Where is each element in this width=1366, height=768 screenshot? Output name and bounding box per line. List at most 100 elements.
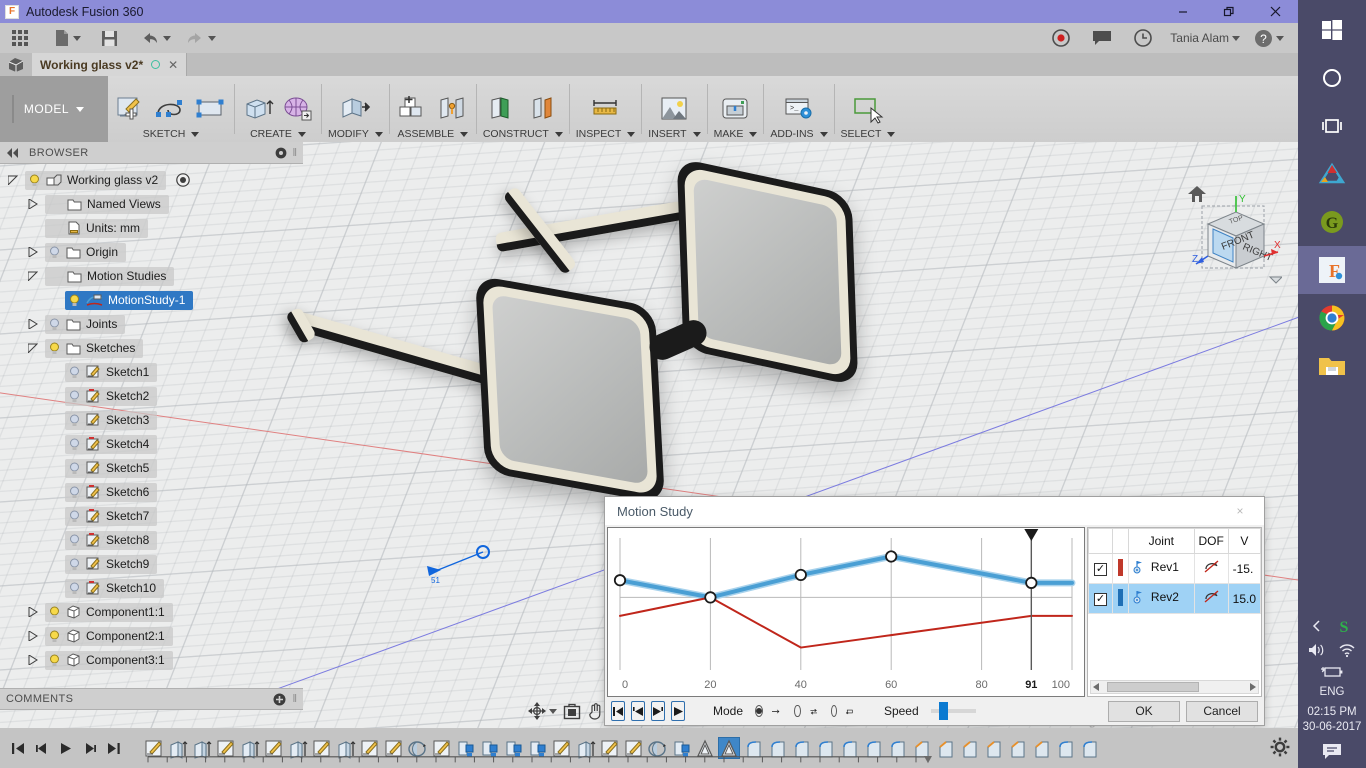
tree-node-motionstudy-1[interactable]: MotionStudy-1: [0, 288, 303, 312]
new-file-icon[interactable]: [54, 25, 81, 51]
expand-arrow-icon[interactable]: [26, 245, 40, 259]
chrome-app[interactable]: [1298, 294, 1366, 342]
clock-icon[interactable]: [1134, 25, 1153, 51]
grammarly-app[interactable]: G: [1298, 198, 1366, 246]
workspace-selector[interactable]: MODEL: [0, 76, 108, 142]
tree-node-chip[interactable]: Units: mm: [45, 218, 148, 238]
expand-arrow-icon[interactable]: [6, 173, 20, 187]
chevron-down-icon[interactable]: [819, 131, 828, 137]
3d-print-icon[interactable]: [718, 94, 752, 126]
add-comment-icon[interactable]: [273, 693, 286, 706]
bulb-on-icon[interactable]: [48, 654, 61, 667]
active-component-icon[interactable]: [176, 173, 190, 187]
bulb-off-icon[interactable]: [68, 462, 81, 475]
table-horizontal-scrollbar[interactable]: [1090, 680, 1259, 694]
row-checkbox[interactable]: ✓: [1093, 593, 1107, 606]
tree-node-chip[interactable]: Origin: [45, 242, 127, 262]
app-grid-icon[interactable]: [12, 30, 28, 46]
chevron-down-icon[interactable]: [1276, 35, 1284, 41]
tree-node-origin[interactable]: Origin: [0, 240, 303, 264]
bulb-off-icon[interactable]: [68, 558, 81, 571]
tree-node-sketch4[interactable]: Sketch4: [0, 432, 303, 456]
bulb-off-icon[interactable]: [68, 582, 81, 595]
ribbon-group-label[interactable]: ASSEMBLE: [398, 128, 469, 140]
timeline-settings[interactable]: [1270, 737, 1290, 760]
tree-node-chip[interactable]: Named Views: [45, 194, 169, 214]
table-row[interactable]: ✓ Rev1 -15.: [1088, 553, 1262, 584]
cancel-button[interactable]: Cancel: [1186, 700, 1258, 722]
timeline-feature-fillet[interactable]: [1078, 737, 1100, 759]
tree-node-sketch10[interactable]: Sketch10: [0, 576, 303, 600]
bulb-off-icon[interactable]: [68, 510, 81, 523]
view-cube[interactable]: FRONT RIGHT TOP Y X Z: [1190, 192, 1282, 284]
mode-ping-pong-radio[interactable]: [794, 705, 801, 717]
panel-resize-handle[interactable]: ‖: [292, 147, 297, 159]
bulb-off-icon[interactable]: [68, 438, 81, 451]
table-row[interactable]: ✓ Rev2 15.0: [1088, 583, 1262, 614]
tree-node-chip[interactable]: Component3:1: [45, 650, 173, 670]
chevron-down-icon[interactable]: [887, 131, 896, 137]
tree-node-chip[interactable]: Motion Studies: [45, 266, 175, 286]
close-button[interactable]: [1252, 0, 1298, 23]
autodesk-app[interactable]: [1298, 150, 1366, 198]
chevron-up-icon[interactable]: [1311, 620, 1323, 632]
bulb-on-icon[interactable]: [68, 294, 81, 307]
scroll-right-icon[interactable]: [1248, 683, 1256, 691]
chevron-down-icon[interactable]: [191, 131, 200, 137]
redo-icon[interactable]: [185, 25, 216, 51]
ribbon-group-label[interactable]: CONSTRUCT: [483, 128, 563, 140]
joint-icon[interactable]: [436, 94, 470, 126]
browser-options-icon[interactable]: [275, 147, 287, 159]
tree-node-component3-1[interactable]: Component3:1: [0, 648, 303, 672]
skip-to-start-button[interactable]: [611, 701, 625, 721]
scrollbar-thumb[interactable]: [1107, 682, 1199, 692]
start-button[interactable]: [1298, 6, 1366, 54]
loop-icon[interactable]: [846, 705, 854, 718]
battery-icon[interactable]: [1320, 665, 1344, 679]
chevron-down-icon[interactable]: [627, 131, 636, 137]
joint-marker-icon[interactable]: 51: [425, 544, 495, 584]
tree-node-component1-1[interactable]: Component1:1: [0, 600, 303, 624]
offset-plane-icon[interactable]: [486, 94, 520, 126]
chevron-down-icon[interactable]: [76, 106, 85, 112]
user-menu[interactable]: Tania Alam: [1170, 31, 1240, 45]
tree-node-sketch1[interactable]: Sketch1: [0, 360, 303, 384]
tree-node-component2-1[interactable]: Component2:1: [0, 624, 303, 648]
panel-resize-handle[interactable]: ‖: [292, 693, 297, 705]
tree-node-chip[interactable]: Sketch1: [65, 362, 158, 382]
bulb-off-icon[interactable]: [68, 390, 81, 403]
fusion-360-app[interactable]: F: [1298, 246, 1366, 294]
chevron-down-icon[interactable]: [297, 131, 306, 137]
rectangle-icon[interactable]: [194, 94, 228, 126]
close-tab-icon[interactable]: ✕: [168, 58, 178, 72]
step-forward-button[interactable]: [651, 701, 665, 721]
tree-node-root[interactable]: Working glass v2: [0, 168, 303, 192]
minimize-button[interactable]: [1160, 0, 1206, 23]
bulb-on-icon[interactable]: [48, 606, 61, 619]
tree-node-sketch9[interactable]: Sketch9: [0, 552, 303, 576]
row-checkbox-cell[interactable]: ✓: [1088, 553, 1113, 584]
bulb-off-icon[interactable]: [48, 246, 61, 259]
tree-node-chip[interactable]: Sketch3: [65, 410, 158, 430]
tree-node-chip[interactable]: Sketch4: [65, 434, 158, 454]
plane-angle-icon[interactable]: [526, 94, 560, 126]
expand-arrow-icon[interactable]: [26, 605, 40, 619]
joint-table[interactable]: Joint DOF V ✓ Rev1 -15. ✓ Rev2 15.0: [1087, 527, 1262, 697]
forward-once-icon[interactable]: [772, 706, 780, 717]
help-menu[interactable]: ?: [1254, 29, 1284, 48]
speed-slider-thumb[interactable]: [938, 702, 948, 720]
expand-arrow-icon[interactable]: [26, 197, 40, 211]
spline-icon[interactable]: [154, 94, 188, 126]
language-indicator[interactable]: ENG: [1320, 686, 1345, 698]
action-center-icon[interactable]: [1321, 742, 1343, 762]
tree-node-chip[interactable]: Sketch10: [65, 578, 165, 598]
tree-node-sketch2[interactable]: Sketch2: [0, 384, 303, 408]
look-at-icon[interactable]: [563, 703, 581, 720]
bulb-off-icon[interactable]: [68, 486, 81, 499]
ribbon-group-label[interactable]: CREATE: [250, 128, 306, 140]
tree-node-sketch5[interactable]: Sketch5: [0, 456, 303, 480]
bulb-on-icon[interactable]: [28, 174, 41, 187]
close-icon[interactable]: ×: [1228, 501, 1252, 521]
ribbon-group-label[interactable]: MAKE: [714, 128, 758, 140]
speed-slider[interactable]: [930, 702, 976, 720]
